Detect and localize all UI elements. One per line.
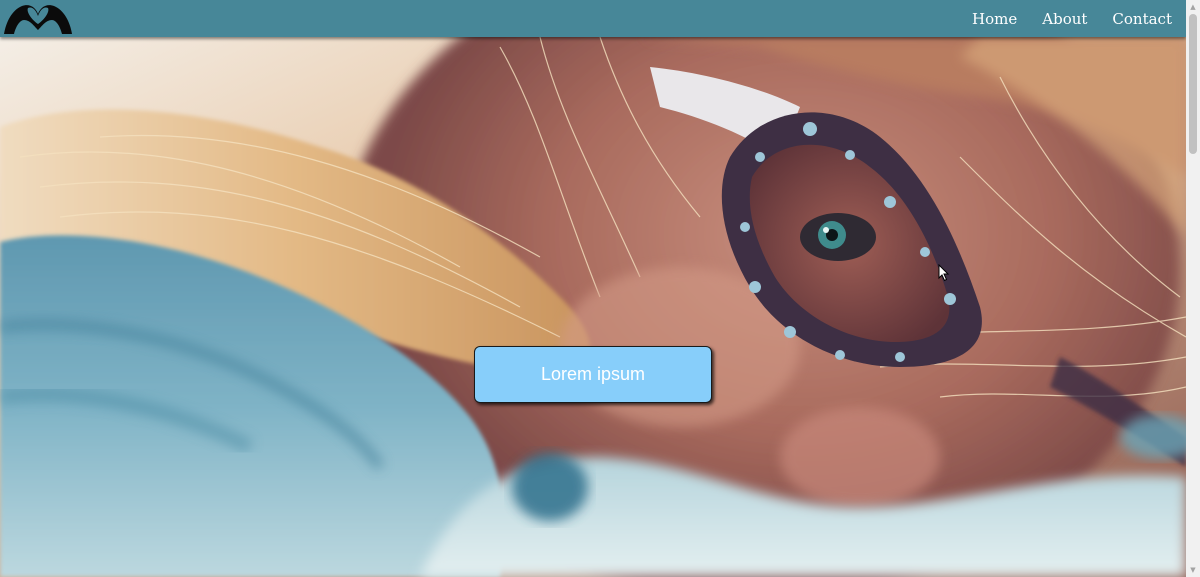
- lorem-ipsum-button[interactable]: Lorem ipsum: [474, 346, 712, 403]
- nav-links: Home About Contact: [972, 0, 1172, 37]
- scrollbar-thumb[interactable]: [1189, 14, 1197, 154]
- nav-about-link[interactable]: About: [1042, 10, 1087, 28]
- nav-contact-link[interactable]: Contact: [1112, 10, 1172, 28]
- navbar: Home About Contact: [0, 0, 1186, 37]
- mouse-cursor-icon: [938, 263, 950, 286]
- scroll-down-arrow-icon[interactable]: ▼: [1186, 563, 1200, 577]
- vertical-scrollbar[interactable]: ▲ ▼: [1186, 0, 1200, 577]
- scroll-up-arrow-icon[interactable]: ▲: [1186, 0, 1200, 14]
- page: Home About Contact Lorem ipsum ▲ ▼: [0, 0, 1200, 577]
- nav-home-link[interactable]: Home: [972, 10, 1017, 28]
- hands-heart-logo-icon[interactable]: [2, 2, 74, 36]
- hero-image: [0, 37, 1186, 577]
